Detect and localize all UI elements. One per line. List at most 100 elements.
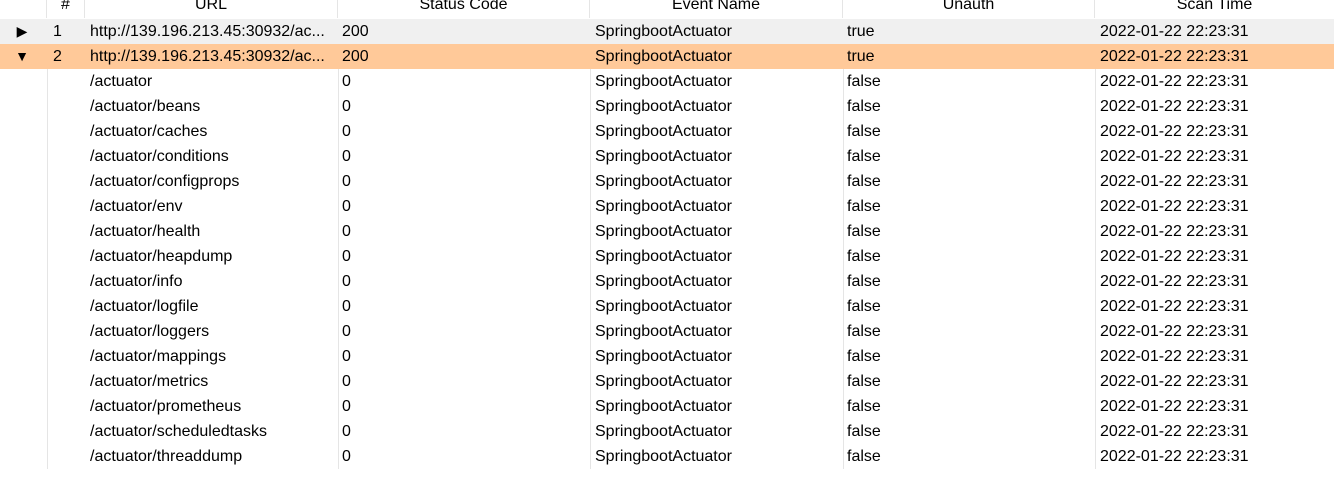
scan-time-cell: 2022-01-22 22:23:31 xyxy=(1100,148,1249,165)
event-name-cell: SpringbootActuator xyxy=(595,73,732,90)
scan-time-cell: 2022-01-22 22:23:31 xyxy=(1100,423,1249,440)
unauth-cell: false xyxy=(847,348,881,365)
event-name-cell: SpringbootActuator xyxy=(595,448,732,465)
event-name-cell: SpringbootActuator xyxy=(595,323,732,340)
url-cell: /actuator/threaddump xyxy=(90,448,243,465)
url-cell: /actuator/health xyxy=(90,223,201,240)
header-number[interactable]: # xyxy=(47,0,85,18)
url-cell: /actuator/logfile xyxy=(90,298,199,315)
status-code-cell: 0 xyxy=(342,198,351,215)
scan-time-cell: 2022-01-22 22:23:31 xyxy=(1100,448,1249,465)
url-cell: /actuator/caches xyxy=(90,123,208,140)
table-row[interactable]: /actuator/health 0 SpringbootActuator false… xyxy=(0,219,1334,244)
status-code-cell: 0 xyxy=(342,348,351,365)
scan-time-cell: 2022-01-22 22:23:31 xyxy=(1100,123,1249,140)
status-code-cell: 0 xyxy=(342,223,351,240)
table-row[interactable]: /actuator 0 SpringbootActuator false 2022-01… xyxy=(0,69,1334,94)
url-cell: /actuator/configprops xyxy=(90,173,240,190)
unauth-cell: false xyxy=(847,323,881,340)
scan-time-cell: 2022-01-22 22:23:31 xyxy=(1100,198,1249,215)
grid-line xyxy=(843,69,844,469)
status-code-cell: 0 xyxy=(342,123,351,140)
url-cell: /actuator/scheduledtasks xyxy=(90,423,267,440)
status-code-cell: 0 xyxy=(342,423,351,440)
url-cell: /actuator/env xyxy=(90,198,183,215)
table-row[interactable]: /actuator/scheduledtasks 0 SpringbootActua… xyxy=(0,419,1334,444)
unauth-cell: true xyxy=(847,23,875,40)
grid-line xyxy=(47,69,48,469)
event-name-cell: SpringbootActuator xyxy=(595,123,732,140)
table-row[interactable]: ▶ 1 http://139.196.213.45:30932/ac... 20… xyxy=(0,19,1334,44)
table-row[interactable]: /actuator/heapdump 0 SpringbootActuator fal… xyxy=(0,244,1334,269)
scan-time-cell: 2022-01-22 22:23:31 xyxy=(1100,173,1249,190)
unauth-cell: false xyxy=(847,248,881,265)
status-code-cell: 0 xyxy=(342,73,351,90)
status-code-cell: 0 xyxy=(342,448,351,465)
event-name-cell: SpringbootActuator xyxy=(595,273,732,290)
url-cell: /actuator/beans xyxy=(90,98,201,115)
table-row[interactable]: /actuator/logfile 0 SpringbootActuator fals… xyxy=(0,294,1334,319)
event-name-cell: SpringbootActuator xyxy=(595,223,732,240)
row-number: 2 xyxy=(53,48,62,65)
status-code-cell: 0 xyxy=(342,98,351,115)
event-name-cell: SpringbootActuator xyxy=(595,23,732,40)
expand-arrow-icon[interactable]: ▶ xyxy=(14,19,30,44)
header-status-code[interactable]: Status Code xyxy=(338,0,590,18)
scan-time-cell: 2022-01-22 22:23:31 xyxy=(1100,48,1249,65)
unauth-cell: false xyxy=(847,148,881,165)
table-row[interactable]: /actuator/metrics 0 SpringbootActuator fals… xyxy=(0,369,1334,394)
table-row[interactable]: /actuator/conditions 0 SpringbootActuator f… xyxy=(0,144,1334,169)
table-row[interactable]: /actuator/caches 0 SpringbootActuator false… xyxy=(0,119,1334,144)
url-cell: http://139.196.213.45:30932/ac... xyxy=(90,48,325,65)
status-code-cell: 0 xyxy=(342,148,351,165)
table-row-selected[interactable]: ▼ 2 http://139.196.213.45:30932/ac... 20… xyxy=(0,44,1334,69)
table-row[interactable]: /actuator/configprops 0 SpringbootActuator… xyxy=(0,169,1334,194)
unauth-cell: false xyxy=(847,223,881,240)
event-name-cell: SpringbootActuator xyxy=(595,423,732,440)
table-row[interactable]: /actuator/env 0 SpringbootActuator false 202… xyxy=(0,194,1334,219)
unauth-cell: false xyxy=(847,73,881,90)
row-number: 1 xyxy=(53,23,62,40)
header-url[interactable]: URL xyxy=(85,0,338,18)
scan-time-cell: 2022-01-22 22:23:31 xyxy=(1100,223,1249,240)
event-name-cell: SpringbootActuator xyxy=(595,148,732,165)
status-code-cell: 0 xyxy=(342,298,351,315)
unauth-cell: false xyxy=(847,448,881,465)
event-name-cell: SpringbootActuator xyxy=(595,298,732,315)
url-cell: /actuator xyxy=(90,73,153,90)
status-code-cell: 0 xyxy=(342,273,351,290)
header-unauth[interactable]: Unauth xyxy=(843,0,1095,18)
table-row[interactable]: /actuator/mappings 0 SpringbootActuator fal… xyxy=(0,344,1334,369)
unauth-cell: true xyxy=(847,48,875,65)
header-event-name[interactable]: Event Name xyxy=(590,0,843,18)
event-name-cell: SpringbootActuator xyxy=(595,98,732,115)
event-name-cell: SpringbootActuator xyxy=(595,398,732,415)
unauth-cell: false xyxy=(847,173,881,190)
status-code-cell: 200 xyxy=(342,23,369,40)
table-row[interactable]: /actuator/info 0 SpringbootActuator false 20… xyxy=(0,269,1334,294)
scan-time-cell: 2022-01-22 22:23:31 xyxy=(1100,373,1249,390)
table-row[interactable]: /actuator/beans 0 SpringbootActuator false 2… xyxy=(0,94,1334,119)
table-row[interactable]: /actuator/loggers 0 SpringbootActuator fals… xyxy=(0,319,1334,344)
table-row[interactable]: /actuator/prometheus 0 SpringbootActuator f… xyxy=(0,394,1334,419)
event-name-cell: SpringbootActuator xyxy=(595,48,732,65)
status-code-cell: 0 xyxy=(342,173,351,190)
url-cell: /actuator/prometheus xyxy=(90,398,242,415)
grid-line xyxy=(590,69,591,469)
grid-line xyxy=(338,69,339,469)
unauth-cell: false xyxy=(847,373,881,390)
url-cell: /actuator/mappings xyxy=(90,348,227,365)
collapse-arrow-icon[interactable]: ▼ xyxy=(14,44,30,69)
header-scan-time[interactable]: Scan Time xyxy=(1095,0,1334,18)
url-cell: http://139.196.213.45:30932/ac... xyxy=(90,23,325,40)
unauth-cell: false xyxy=(847,198,881,215)
event-name-cell: SpringbootActuator xyxy=(595,348,732,365)
url-cell: /actuator/heapdump xyxy=(90,248,233,265)
url-cell: /actuator/metrics xyxy=(90,373,209,390)
scan-time-cell: 2022-01-22 22:23:31 xyxy=(1100,273,1249,290)
url-cell: /actuator/loggers xyxy=(90,323,210,340)
unauth-cell: false xyxy=(847,98,881,115)
url-cell: /actuator/conditions xyxy=(90,148,229,165)
table-row[interactable]: /actuator/threaddump 0 SpringbootActuator f… xyxy=(0,444,1334,469)
unauth-cell: false xyxy=(847,273,881,290)
